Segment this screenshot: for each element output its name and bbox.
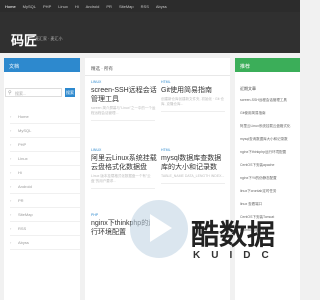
post-card[interactable]: HTML Git使用简易指南 创建新仓库创建新文件夹, 初始化 · Git 仓库… — [161, 80, 228, 112]
chevron-right-icon: › — [10, 170, 12, 175]
category-label: Hi — [18, 170, 22, 175]
category-item[interactable]: › Hi — [10, 166, 80, 180]
chevron-right-icon: › — [10, 114, 12, 119]
category-label: PHP — [18, 142, 27, 147]
recent-post-link[interactable]: mysql查询数据库大小和记录数 — [240, 137, 298, 142]
post-title[interactable]: Git使用简易指南 — [161, 86, 228, 95]
post-tag[interactable]: HTML — [161, 148, 228, 152]
chevron-right-icon: › — [10, 240, 12, 245]
divider — [85, 75, 230, 76]
category-item[interactable]: › Linux — [10, 152, 80, 166]
post-card[interactable]: HTML mysql数据库查数据库的大小和记录数 TABLE_NAME DATA… — [161, 148, 228, 184]
post-tag[interactable]: LINUX — [91, 148, 158, 152]
chevron-right-icon: › — [10, 184, 12, 189]
category-item[interactable]: › Android — [10, 180, 80, 194]
chevron-right-icon: › — [10, 156, 12, 161]
category-label: Linux — [18, 156, 28, 161]
post-tag[interactable]: LINUX — [91, 80, 158, 84]
chevron-right-icon: › — [10, 128, 12, 133]
divider — [91, 120, 155, 121]
watermark-text: 酷数据 — [191, 218, 276, 251]
category-label: Android — [18, 184, 32, 189]
category-item[interactable]: › Home — [10, 110, 80, 124]
category-label: Abyss — [18, 240, 29, 245]
category-item[interactable]: › Abyss — [10, 236, 80, 250]
nav-item-hi[interactable]: Hi — [75, 4, 79, 9]
post-excerpt: TABLE_NAME DATA_LENGTH INDEX... — [161, 174, 225, 178]
top-navigation: Home MySQL PHP Linux Hi Android PR SiteM… — [0, 0, 300, 12]
chevron-right-icon: › — [10, 212, 12, 217]
left-sidebar-title: 文档 — [4, 58, 80, 72]
main-heading: 精选 · 所有 — [91, 66, 113, 71]
post-excerpt: 创建新仓库创建新文件夹, 初始化 · Git 仓库, 克隆仓库... — [161, 97, 224, 106]
nav-item-rss[interactable]: RSS — [141, 4, 149, 9]
nav-item-php[interactable]: PHP — [43, 4, 51, 9]
search-button[interactable]: 搜索 — [65, 88, 75, 97]
play-icon — [150, 214, 172, 242]
category-label: RSS — [18, 226, 27, 231]
post-excerpt: screen 简介屏幕与"Linux"之一中的一个运程远程会话管理... — [91, 106, 156, 115]
main-content: 精选 · 所有 LINUX screen-SSH远程会话管理工具 screen … — [85, 58, 230, 300]
nav-item-pr[interactable]: PR — [106, 4, 112, 9]
divider — [91, 188, 155, 189]
recent-post-link[interactable]: CentOS下安装apache — [240, 163, 298, 168]
recent-post-link[interactable]: screen-SSH远程会话管理工具 — [240, 98, 298, 103]
divider — [161, 111, 225, 112]
recent-post-link[interactable]: 阿里云Linux系统挂载云盘格式化 — [240, 124, 298, 129]
post-tag[interactable]: HTML — [161, 80, 228, 84]
watermark-subtext: KUIDC — [193, 250, 280, 261]
chevron-right-icon: › — [10, 198, 12, 203]
divider — [161, 183, 225, 184]
category-item[interactable]: › RSS — [10, 222, 80, 236]
post-excerpt: Linux 版本挂载格式化数据盘一个有"云盘"的用户要求... — [91, 174, 151, 183]
post-title[interactable]: mysql数据库查数据库的大小和记录数 — [161, 154, 228, 172]
search-icon: ⚲ — [8, 90, 12, 96]
recent-post-link[interactable]: nginx下thinkphp运行环境配置 — [240, 150, 298, 155]
category-item[interactable]: › PR — [10, 194, 80, 208]
chevron-right-icon: › — [10, 142, 12, 147]
site-header: 码匠 麦汇家 · 麦汇小 — [0, 12, 300, 53]
category-item[interactable]: › MySQL — [10, 124, 80, 138]
post-card[interactable]: LINUX 阿里云Linux系统挂载云盘格式化数据盘 Linux 版本挂载格式化… — [91, 148, 158, 189]
right-sidebar-title: 推荐 — [235, 58, 300, 72]
category-item[interactable]: › SiteMap — [10, 208, 80, 222]
post-title[interactable]: screen-SSH远程会话管理工具 — [91, 86, 158, 104]
chevron-right-icon: › — [10, 226, 12, 231]
category-label: SiteMap — [18, 212, 33, 217]
nav-item-sitemap[interactable]: SiteMap — [119, 4, 134, 9]
category-label: MySQL — [18, 128, 32, 133]
site-logo[interactable]: 码匠 — [11, 30, 37, 49]
category-label: PR — [18, 198, 24, 203]
nav-item-abyss[interactable]: Abyss — [156, 4, 167, 9]
nav-item-android[interactable]: Android — [86, 4, 100, 9]
post-card[interactable]: LINUX screen-SSH远程会话管理工具 screen 简介屏幕与"Li… — [91, 80, 158, 121]
nav-item-home[interactable]: Home — [5, 4, 16, 9]
recent-post-link[interactable]: linux 查看端口 — [240, 202, 298, 207]
nav-item-mysql[interactable]: MySQL — [23, 4, 36, 9]
site-tagline: 麦汇家 · 麦汇小 — [35, 36, 63, 41]
category-item[interactable]: › PHP — [10, 138, 80, 152]
recent-post-link[interactable]: linux下crontab定时任务 — [240, 189, 298, 194]
post-title[interactable]: 阿里云Linux系统挂载云盘格式化数据盘 — [91, 154, 158, 172]
recent-posts-heading: 近期文章 — [240, 86, 256, 91]
category-label: Home — [18, 114, 29, 119]
right-sidebar: 推荐 近期文章 screen-SSH远程会话管理工具 Git使用简易指南 阿里云… — [235, 58, 300, 300]
recent-post-link[interactable]: Git使用简易指南 — [240, 111, 298, 116]
search-placeholder: 搜索... — [15, 91, 27, 96]
search-input[interactable]: ⚲ 搜索... — [5, 88, 62, 97]
recent-post-link[interactable]: nginx下Yii的伪静态配置 — [240, 176, 298, 181]
nav-item-linux[interactable]: Linux — [58, 4, 68, 9]
